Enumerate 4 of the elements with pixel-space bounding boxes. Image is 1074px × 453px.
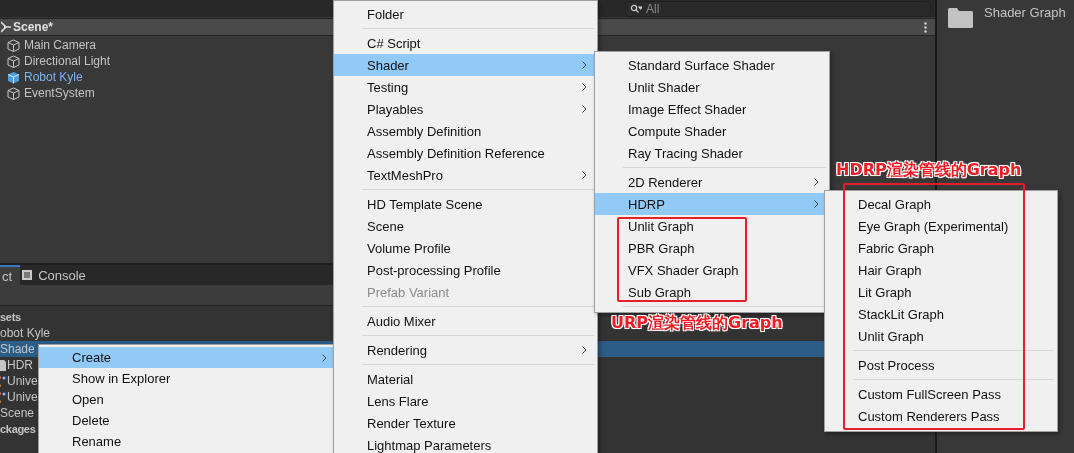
folder-name: Shader Graph [984,5,1066,20]
scene-name: Scene* [13,20,55,34]
annotation-label: URP渲染管线的Graph [611,313,783,334]
annotation-label: HDRP渲染管线的Graph [836,160,1022,181]
